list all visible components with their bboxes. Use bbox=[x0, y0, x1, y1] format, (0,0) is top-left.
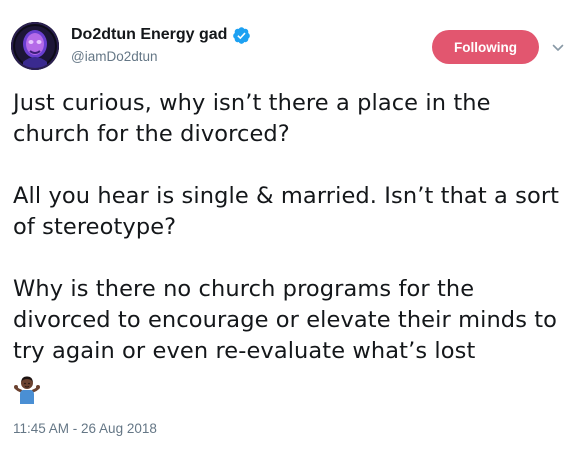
tweet-timestamp[interactable]: 11:45 AM - 26 Aug 2018 bbox=[13, 421, 157, 436]
chevron-down-icon[interactable] bbox=[552, 40, 564, 51]
following-button[interactable]: Following bbox=[432, 30, 539, 64]
verified-badge-icon bbox=[232, 26, 251, 45]
tweet-text: Just curious, why isn’t there a place in… bbox=[13, 88, 561, 367]
author-name-row: Do2dtun Energy gad bbox=[71, 24, 251, 46]
tweet-paragraph: All you hear is single & married. Isn’t … bbox=[13, 183, 560, 240]
author-display-name[interactable]: Do2dtun Energy gad bbox=[71, 26, 227, 44]
avatar-image bbox=[11, 22, 59, 70]
author-handle[interactable]: @iamDo2dtun bbox=[71, 49, 251, 64]
author-avatar[interactable] bbox=[11, 22, 59, 70]
tweet-paragraph: Just curious, why isn’t there a place in… bbox=[13, 90, 491, 147]
tweet-card: Do2dtun Energy gad @iamDo2dtun Following… bbox=[0, 0, 569, 453]
man-shrugging-emoji-icon bbox=[14, 374, 40, 404]
tweet-paragraph: Why is there no church programs for the … bbox=[13, 276, 558, 364]
author-info: Do2dtun Energy gad @iamDo2dtun bbox=[71, 24, 251, 64]
